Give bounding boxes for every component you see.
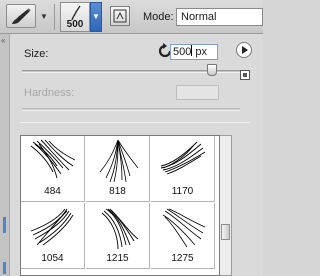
brush-preset-label: 1275 — [171, 253, 194, 264]
brush-stroke-thumbnail-icon — [162, 208, 206, 248]
chevron-down-icon[interactable]: ▼ — [90, 2, 102, 32]
brush-stroke-thumbnail-icon — [30, 208, 74, 246]
brush-stroke-thumbnail-icon — [101, 208, 139, 250]
toolbar-separator — [54, 4, 55, 30]
brush-preset-label: 818 — [109, 186, 126, 197]
hardness-input — [176, 85, 219, 100]
brush-preset-tile[interactable]: 1275 — [151, 203, 215, 269]
brush-preset-tile[interactable]: 818 — [86, 136, 150, 202]
mode-select[interactable]: Normal — [176, 8, 263, 26]
flyout-menu-icon[interactable] — [236, 42, 252, 58]
brush-stroke-thumbnail-icon — [160, 141, 206, 175]
brush-panel-toggle-icon — [113, 9, 127, 23]
dock-indicator — [3, 217, 6, 233]
size-input[interactable]: 500 px — [170, 44, 218, 60]
size-label: Size: — [24, 48, 49, 60]
brush-preset-label: 1170 — [171, 186, 194, 197]
brush-stroke-thumbnail-icon — [99, 139, 139, 183]
dock-indicator — [3, 262, 6, 274]
mode-label: Mode: — [143, 11, 174, 23]
brush-preset-picker-button[interactable]: 500 — [60, 2, 90, 32]
brush-panel-toggle-button[interactable] — [110, 6, 130, 26]
tool-preset-arrow-icon[interactable]: ▼ — [40, 12, 48, 21]
current-tool-button[interactable] — [6, 4, 36, 28]
brush-stroke-thumbnail-icon — [30, 139, 76, 179]
brush-preset-tile[interactable]: 1054 — [21, 203, 85, 269]
brush-preset-tile[interactable]: 1170 — [151, 136, 215, 202]
brush-preset-label: 484 — [44, 186, 61, 197]
options-bar: ▼ 500 ▼ Mode: Normal — [0, 0, 263, 34]
brush-preset-label: 1215 — [106, 253, 129, 264]
collapse-chevron-icon[interactable]: « — [1, 36, 5, 45]
brush-preset-picker-panel: Size: 500 px Hardness: 484 818 1170 1054… — [10, 34, 263, 276]
brush-icon — [12, 8, 31, 24]
panel-dock-strip: « — [0, 34, 10, 276]
preset-scrollbar-thumb[interactable] — [221, 224, 230, 240]
brush-preset-tile[interactable]: 484 — [21, 136, 85, 202]
brush-size-readout: 500 — [66, 19, 84, 30]
size-slider-thumb[interactable] — [207, 64, 217, 76]
hardness-label: Hardness: — [24, 87, 75, 99]
brush-preset-tile[interactable]: 1215 — [86, 203, 150, 269]
new-preset-icon[interactable] — [240, 70, 250, 80]
brush-preset-grid: 484 818 1170 1054 1215 1275 — [20, 135, 220, 276]
text-caret — [191, 45, 193, 56]
size-input-value: 500 — [173, 46, 192, 58]
hardness-slider-track — [22, 108, 240, 111]
preset-scrollbar[interactable] — [220, 135, 232, 276]
brush-preset-label: 1054 — [41, 253, 64, 264]
section-divider — [20, 122, 250, 123]
size-input-unit: px — [195, 46, 208, 58]
